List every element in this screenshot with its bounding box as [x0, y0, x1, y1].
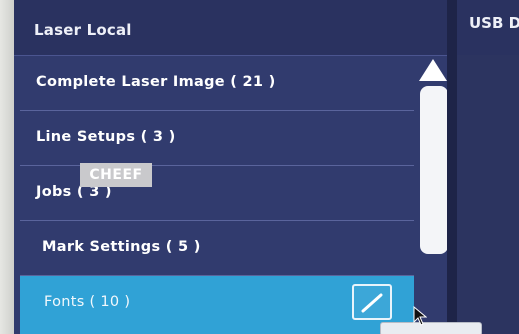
category-list: Complete Laser Image ( 21 ) Line Setups …: [14, 56, 414, 334]
scroll-thumb[interactable]: [420, 86, 448, 254]
list-item-label: Complete Laser Image ( 21 ): [36, 74, 276, 90]
usb-panel-header: USB D: [457, 0, 519, 55]
usb-panel: USB D: [457, 0, 519, 334]
list-item-label: Line Setups ( 3 ): [36, 129, 176, 145]
triangle-up-icon[interactable]: [418, 58, 448, 82]
list-item-fonts[interactable]: Fonts ( 10 ): [20, 276, 414, 334]
monitor-bezel: [0, 0, 14, 334]
list-item-complete-laser-image[interactable]: Complete Laser Image ( 21 ): [20, 56, 414, 111]
list-item-mark-settings[interactable]: Mark Settings ( 5 ): [20, 221, 414, 276]
edit-button[interactable]: [352, 284, 392, 320]
mouse-pointer-icon: [413, 306, 427, 326]
usb-panel-title: USB D: [469, 14, 519, 32]
panel-title: Laser Local: [34, 21, 132, 39]
list-item-line-setups[interactable]: Line Setups ( 3 ): [20, 111, 414, 166]
list-item-label: Mark Settings ( 5 ): [42, 239, 201, 255]
list-scrollbar[interactable]: [418, 58, 448, 334]
tooltip-edge: [380, 322, 482, 334]
panel-divider: [447, 0, 457, 334]
panel-header: Laser Local: [14, 0, 447, 56]
pencil-icon: [361, 293, 383, 313]
laser-local-panel: Laser Local Complete Laser Image ( 21 ) …: [14, 0, 448, 334]
watermark-badge: CHEEF: [80, 163, 152, 187]
list-item-label: Fonts ( 10 ): [44, 294, 131, 310]
